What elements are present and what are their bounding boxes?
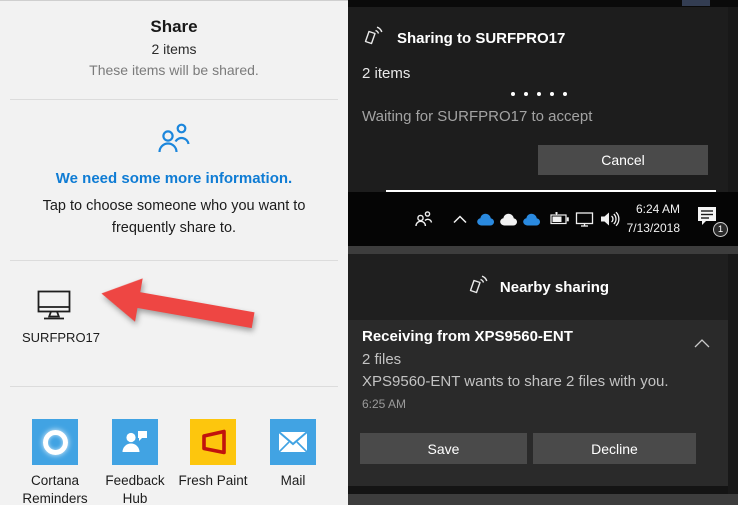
nearby-share-icon [467,274,489,301]
people-taskbar-icon[interactable] [414,192,433,246]
app-feedback-hub[interactable]: Feedback Hub [94,419,176,505]
onedrive-cloud-icon[interactable] [475,192,496,246]
network-icon[interactable] [575,192,594,246]
app-mail[interactable]: Mail [252,419,334,490]
app-fresh-paint[interactable]: Fresh Paint [172,419,254,490]
device-name: SURFPRO17 [22,330,101,345]
nearby-sharing-title: Nearby sharing [499,278,610,296]
app-label: Fresh Paint [178,473,248,488]
app-label: Cortana Reminders [22,473,88,505]
sharing-toast: Sharing to SURFPRO17 2 items Waiting for… [348,7,728,192]
desktop-edge [348,0,738,7]
info-body: Tap to choose someone who you want to fr… [42,198,306,237]
monitor-icon [36,290,72,325]
taskbar: 6:24 AM 7/13/2018 1 [348,192,738,246]
app-label: Mail [280,473,306,488]
receiving-file-count: 2 files [362,351,402,368]
save-button[interactable]: Save [360,433,527,464]
receiving-message: XPS9560-ENT wants to share 2 files with … [362,373,669,390]
desktop-fragment [682,0,710,6]
onedrive-cloud-icon[interactable] [521,192,542,246]
receiving-notification: Receiving from XPS9560-ENT 2 files XPS95… [348,320,728,486]
taskbar-date: 7/13/2018 [626,220,680,235]
right-column: Sharing to SURFPRO17 2 items Waiting for… [348,0,738,505]
action-center-icon[interactable]: 1 [696,206,728,237]
share-note: These items will be shared. [89,62,259,78]
desktop-edge-bottom [348,494,738,505]
onedrive-personal-cloud-icon[interactable] [498,192,519,246]
share-flyout: Share 2 items These items will be shared… [0,0,348,505]
nearby-sharing-header: Nearby sharing [348,254,728,320]
cancel-button[interactable]: Cancel [538,145,708,175]
annotation-arrow-icon [94,264,263,354]
feedback-hub-icon [112,419,158,465]
app-label: Feedback Hub [105,473,165,505]
sharing-status: Waiting for SURFPRO17 to accept [362,108,593,125]
progress-dots [511,92,567,96]
toast-shadow [348,486,728,494]
info-heading: We need some more information. [55,170,293,187]
device-surfpro17[interactable]: SURFPRO17 [22,289,101,345]
receiving-title: Receiving from XPS9560-ENT [362,328,573,345]
share-title: Share [150,17,198,36]
battery-icon[interactable] [550,192,570,246]
mail-icon [270,419,316,465]
share-item-count: 2 items [151,41,197,57]
nearby-share-icon [362,25,384,52]
fresh-paint-icon [190,419,236,465]
taskbar-time: 6:24 AM [635,202,680,216]
desktop-gap [348,246,738,254]
collapse-chevron-icon[interactable] [694,335,710,353]
notification-badge: 1 [713,222,728,237]
taskbar-clock[interactable]: 6:24 AM 7/13/2018 [608,200,680,237]
divider [10,99,338,100]
divider [10,260,338,261]
app-cortana-reminders[interactable]: Cortana Reminders [14,419,96,505]
sharing-toast-header: Sharing to SURFPRO17 [362,25,565,52]
cortana-icon [32,419,78,465]
decline-button[interactable]: Decline [533,433,696,464]
choose-contact-prompt[interactable]: We need some more information. Tap to ch… [9,119,339,240]
people-icon [153,119,195,164]
tray-chevron-up-icon[interactable] [453,192,467,246]
divider [10,386,338,387]
receiving-time: 6:25 AM [362,397,407,411]
sharing-item-count: 2 items [362,65,411,82]
screenshot-root: Share 2 items These items will be shared… [0,0,738,505]
sharing-toast-title: Sharing to SURFPRO17 [397,30,566,47]
